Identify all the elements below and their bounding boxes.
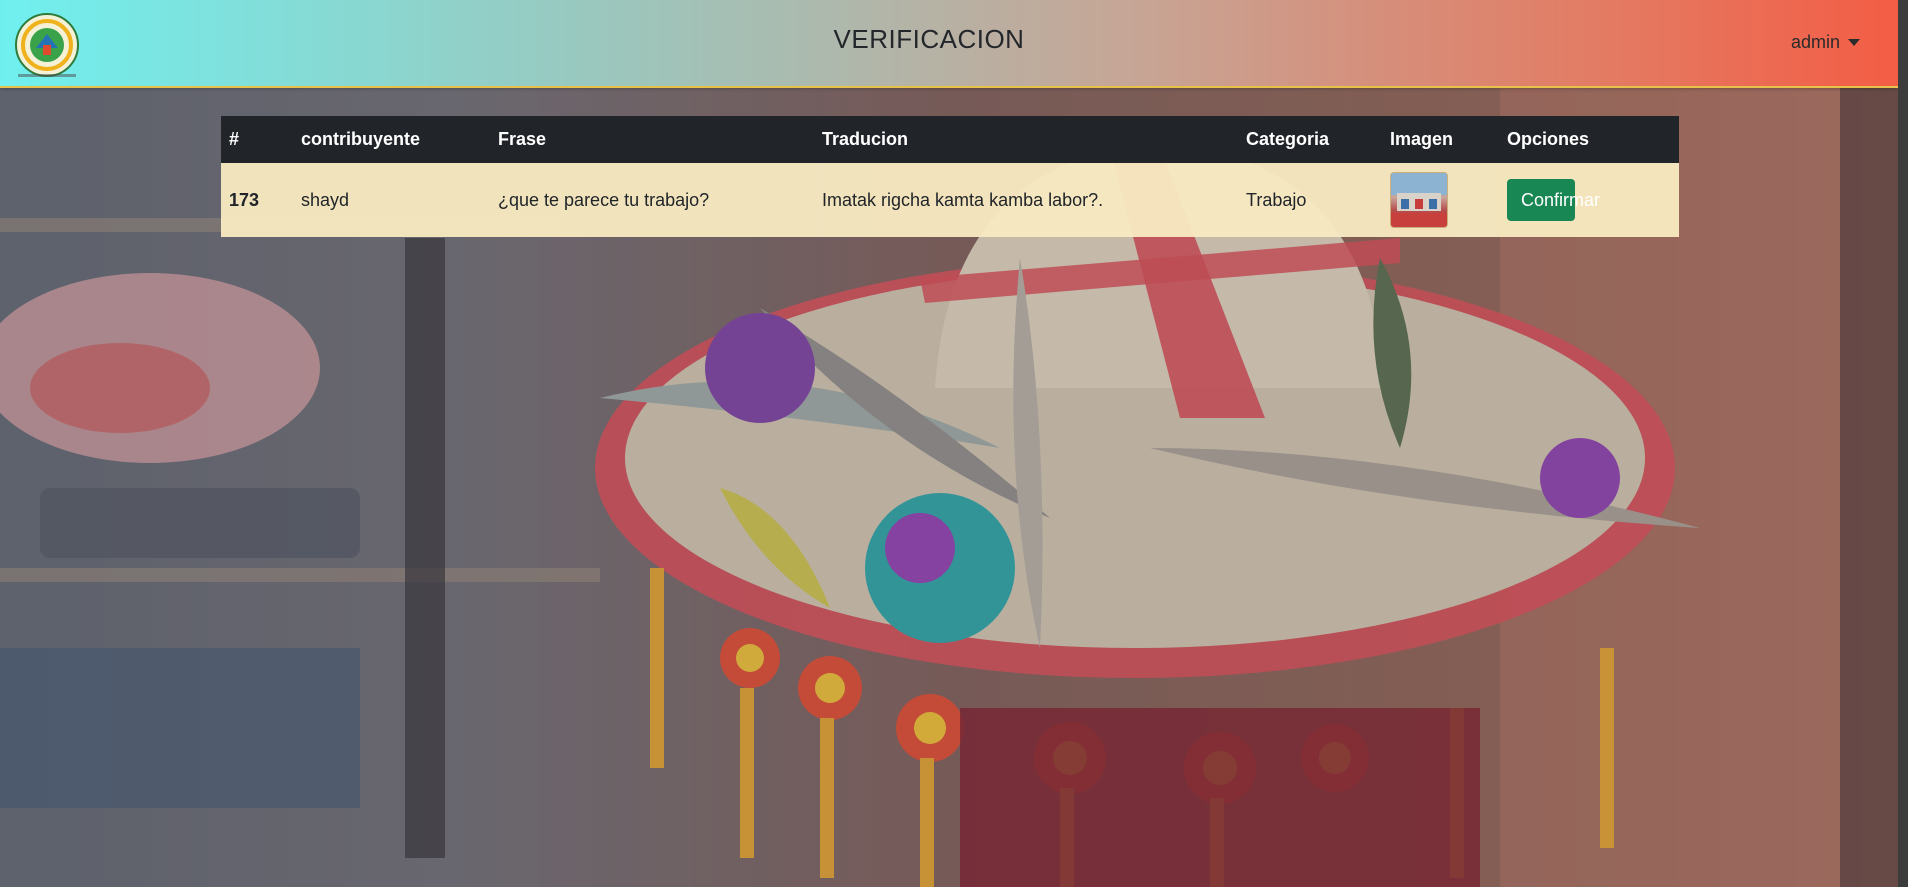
page-title: VERIFICACION	[833, 24, 1025, 54]
column-header-translation: Traducion	[822, 129, 909, 149]
verification-table: # contribuyente Frase Traducion Categori…	[221, 116, 1679, 237]
user-menu-label: admin	[1790, 32, 1840, 52]
row-phrase: ¿que te parece tu trabajo?	[498, 189, 710, 210]
row-contributor: shayd	[301, 189, 350, 210]
user-menu-dropdown[interactable]: admin	[1791, 32, 1860, 53]
row-id: 173	[229, 189, 260, 210]
table-header-row: # contribuyente Frase Traducion Categori…	[221, 116, 1679, 163]
row-image-cell	[1382, 163, 1499, 237]
column-header-id: #	[229, 129, 240, 149]
column-header-image: Imagen	[1390, 129, 1454, 149]
table-row: 173 shayd ¿que te parece tu trabajo? Ima…	[221, 163, 1679, 237]
column-header-category: Categoria	[1246, 129, 1330, 149]
row-category: Trabajo	[1246, 189, 1307, 210]
row-options-cell: Confirmar	[1499, 163, 1679, 237]
column-header-options: Opciones	[1507, 129, 1590, 149]
row-translation: Imatak rigcha kamta kamba labor?.	[822, 189, 1104, 210]
window-scroll-edge	[1898, 0, 1908, 887]
verification-table-container: # contribuyente Frase Traducion Categori…	[221, 116, 1679, 237]
column-header-contributor: contribuyente	[301, 129, 421, 149]
confirm-button[interactable]: Confirmar	[1507, 179, 1600, 221]
top-navbar: VERIFICACION admin	[0, 0, 1898, 88]
caret-down-icon	[1848, 39, 1860, 46]
column-header-phrase: Frase	[498, 129, 547, 149]
row-image-thumbnail[interactable]	[1390, 172, 1448, 228]
